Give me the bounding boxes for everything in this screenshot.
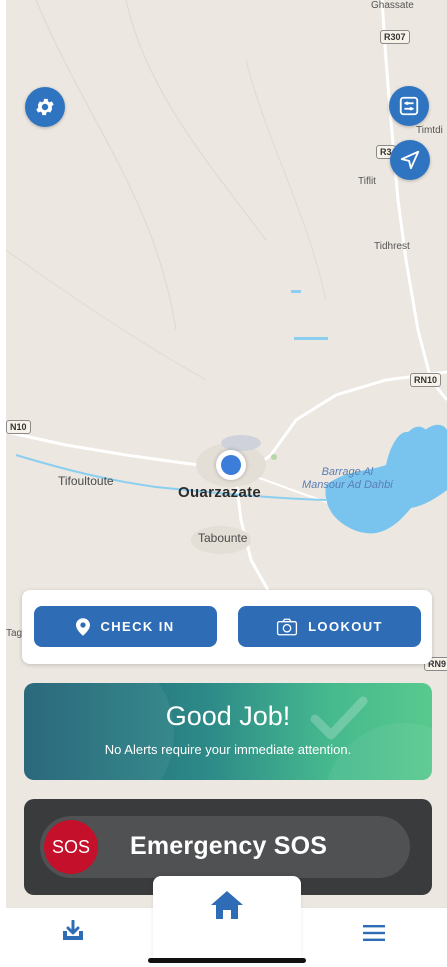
- app-screen: Ghassate Timtdi Tiflit Tidhrest Tifoulto…: [0, 0, 447, 967]
- action-card: CHECK IN LOOKOUT: [22, 590, 432, 664]
- recenter-location-button[interactable]: [390, 140, 430, 180]
- home-indicator-bar: [148, 958, 306, 963]
- home-icon: [211, 891, 243, 919]
- road-shield-r307: R307: [380, 30, 410, 44]
- menu-icon: [363, 925, 385, 941]
- map-label-tabounte: Tabounte: [198, 531, 248, 545]
- status-subtitle: No Alerts require your immediate attenti…: [104, 742, 352, 757]
- nav-download-button[interactable]: [61, 919, 85, 947]
- sos-slider-knob[interactable]: SOS: [44, 820, 98, 874]
- map-label-ghassate: Ghassate: [371, 0, 414, 11]
- sos-label: Emergency SOS: [130, 832, 328, 860]
- map-filter-button[interactable]: [389, 86, 429, 126]
- settings-button[interactable]: [25, 87, 65, 127]
- map-label-ouarzazate: Ouarzazate: [178, 484, 262, 501]
- check-in-label: CHECK IN: [100, 619, 175, 634]
- location-pin-icon: [76, 617, 91, 636]
- map-label-tidhrest: Tidhrest: [374, 241, 410, 252]
- road-shield-n10: N10: [6, 420, 31, 434]
- check-in-button[interactable]: CHECK IN: [34, 606, 217, 647]
- road-shield-rn10: RN10: [410, 373, 442, 387]
- current-location-marker: [216, 450, 246, 480]
- lookout-button[interactable]: LOOKOUT: [238, 606, 421, 647]
- map-label-tiflit: Tiflit: [358, 176, 376, 187]
- lookout-label: LOOKOUT: [308, 619, 383, 634]
- nav-home-tab[interactable]: [153, 876, 301, 962]
- map-label-tag: Tag: [6, 628, 23, 639]
- map-label-timtdi: Timtdi: [416, 125, 443, 136]
- sos-slider-track[interactable]: SOS Emergency SOS: [40, 816, 410, 878]
- filter-sliders-icon: [399, 96, 419, 116]
- camera-icon: [277, 618, 298, 635]
- nav-menu-button[interactable]: [363, 925, 385, 946]
- gear-icon: [36, 98, 54, 116]
- alert-status-card: Good Job! No Alerts require your immedia…: [24, 683, 432, 780]
- status-title: Good Job!: [165, 701, 291, 731]
- map-label-barrage: Barrage Al Mansour Ad Dahbi: [302, 466, 393, 491]
- download-icon: [63, 919, 83, 940]
- map-label-tifoultoute: Tifoultoute: [58, 474, 114, 488]
- navigation-arrow-icon: [400, 150, 420, 170]
